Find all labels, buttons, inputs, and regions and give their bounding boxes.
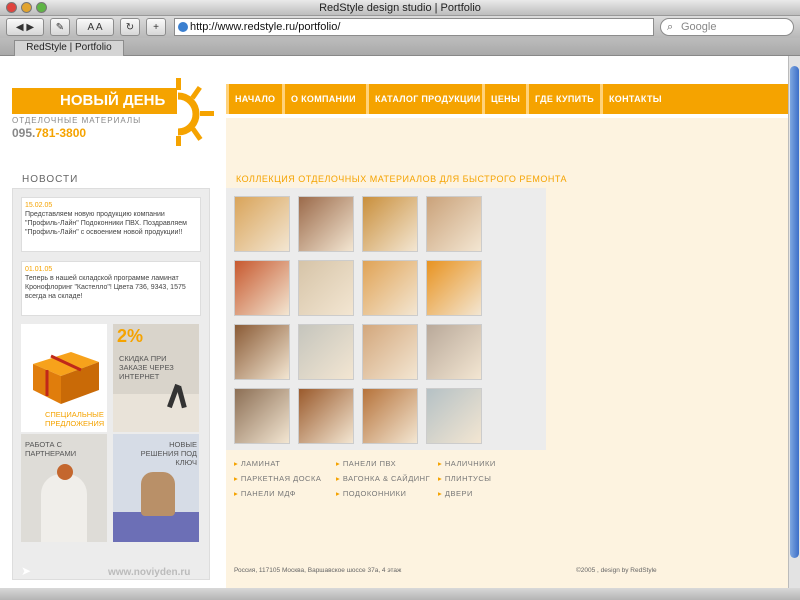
footer-address: Россия, 117105 Москва, Варшавское шоссе … bbox=[234, 567, 402, 574]
phone-number: 095.781-3800 bbox=[12, 126, 87, 140]
search-field[interactable]: ⌕ Google bbox=[660, 18, 794, 36]
promo-special-offers[interactable]: СПЕЦИАЛЬНЫЕ ПРЕДЛОЖЕНИЯ bbox=[21, 324, 107, 432]
category-link[interactable]: ЛАМИНАТ bbox=[234, 459, 280, 468]
pencil-icon: ✎ bbox=[55, 21, 65, 33]
walking-couple-photo[interactable] bbox=[426, 324, 482, 380]
reload-button[interactable]: ↻ bbox=[120, 18, 140, 36]
heels-photo[interactable] bbox=[426, 388, 482, 444]
reload-icon: ↻ bbox=[125, 21, 135, 33]
sofa-photo bbox=[113, 512, 199, 542]
arrow-right-icon[interactable]: ➤ bbox=[21, 564, 31, 578]
guitar-photo[interactable] bbox=[234, 324, 290, 380]
category-link[interactable]: ПАРКЕТНАЯ ДОСКА bbox=[234, 474, 321, 483]
forward-arrow-icon[interactable]: ▶ bbox=[26, 22, 34, 33]
nav-home[interactable]: НАЧАЛО bbox=[226, 84, 275, 114]
candles-photo[interactable] bbox=[362, 260, 418, 316]
person-head-icon bbox=[57, 464, 73, 480]
category-link[interactable]: ПАНЕЛИ МДФ bbox=[234, 489, 296, 498]
text-size-button[interactable]: A A bbox=[76, 18, 114, 36]
category-link[interactable]: ПОДОКОННИКИ bbox=[336, 489, 406, 498]
minimize-window-icon[interactable] bbox=[21, 2, 32, 13]
empty-room-photo[interactable] bbox=[298, 324, 354, 380]
couple-photo bbox=[141, 472, 175, 516]
collection-heading: КОЛЛЕКЦИЯ ОТДЕЛОЧНЫХ МАТЕРИАЛОВ ДЛЯ БЫСТ… bbox=[236, 174, 568, 184]
nav-contacts[interactable]: КОНТАКТЫ bbox=[600, 84, 662, 114]
plus-icon: + bbox=[153, 21, 159, 33]
gift-box-icon bbox=[33, 352, 99, 404]
news-heading: НОВОСТИ bbox=[22, 174, 79, 185]
logo-subtitle: ОТДЕЛОЧНЫЕ МАТЕРИАЛЫ bbox=[12, 116, 142, 125]
promo-discount[interactable]: 2% СКИДКА ПРИ ЗАКАЗЕ ЧЕРЕЗ ИНТЕРНЕТ bbox=[113, 324, 199, 432]
news-item[interactable]: 15.02.05 Представляем новую продукцию ко… bbox=[21, 197, 201, 252]
carrots-photo[interactable] bbox=[298, 388, 354, 444]
footer-credit: ©2005 , design by RedStyle bbox=[576, 567, 657, 574]
status-bar bbox=[0, 588, 800, 600]
promo-partners[interactable]: РАБОТА С ПАРТНЕРАМИ bbox=[21, 434, 107, 542]
site-url-link[interactable]: www.noviyden.ru bbox=[108, 567, 190, 578]
category-link[interactable]: ВАГОНКА & САЙДИНГ bbox=[336, 474, 430, 483]
news-date: 15.02.05 bbox=[25, 202, 53, 209]
promo-partners-label: РАБОТА С ПАРТНЕРАМИ bbox=[25, 440, 77, 458]
nav-catalog[interactable]: КАТАЛОГ ПРОДУКЦИИ bbox=[366, 84, 480, 114]
lying-woman-photo[interactable] bbox=[298, 260, 354, 316]
category-link[interactable]: ПАНЕЛИ ПВХ bbox=[336, 459, 396, 468]
news-text: Теперь в нашей складской программе ламин… bbox=[25, 275, 186, 300]
dancer-photo[interactable] bbox=[234, 388, 290, 444]
promo-turnkey-label: НОВЫЕ РЕШЕНИЯ ПОД КЛЮЧ bbox=[140, 440, 197, 467]
legs-photo[interactable] bbox=[298, 196, 354, 252]
text-size-icon: A A bbox=[87, 21, 103, 33]
window-titlebar: RedStyle design studio | Portfolio bbox=[0, 0, 800, 16]
sidebar: 15.02.05 Представляем новую продукцию ко… bbox=[12, 188, 210, 580]
discount-percent: 2% bbox=[117, 326, 144, 346]
main-nav: НАЧАЛО О КОМПАНИИ КАТАЛОГ ПРОДУКЦИИ ЦЕНЫ… bbox=[226, 84, 788, 114]
partners-photo bbox=[41, 474, 87, 542]
news-item[interactable]: 01.01.05 Теперь в нашей складской програ… bbox=[21, 261, 201, 316]
promo-discount-photo bbox=[113, 394, 199, 432]
logo-name: НОВЫЙ ДЕНЬ bbox=[60, 92, 166, 109]
category-link[interactable]: ПЛИНТУСЫ bbox=[438, 474, 491, 483]
promo-discount-label: СКИДКА ПРИ ЗАКАЗЕ ЧЕРЕЗ ИНТЕРНЕТ bbox=[119, 354, 174, 381]
floor-tape-photo[interactable] bbox=[234, 196, 290, 252]
promo-turnkey[interactable]: НОВЫЕ РЕШЕНИЯ ПОД КЛЮЧ bbox=[113, 434, 199, 542]
tab-portfolio[interactable]: RedStyle | Portfolio bbox=[14, 40, 124, 56]
zoom-window-icon[interactable] bbox=[36, 2, 47, 13]
vertical-scrollbar[interactable] bbox=[788, 56, 800, 588]
close-window-icon[interactable] bbox=[6, 2, 17, 13]
category-link[interactable]: ДВЕРИ bbox=[438, 489, 473, 498]
add-bookmark-button[interactable]: + bbox=[146, 18, 166, 36]
nav-prices[interactable]: ЦЕНЫ bbox=[482, 84, 520, 114]
gallery-grid bbox=[226, 188, 546, 450]
stools-photo[interactable] bbox=[426, 196, 482, 252]
news-date: 01.01.05 bbox=[25, 266, 53, 273]
browser-toolbar: ◀ ▶ ✎ A A ↻ + http://www.redstyle.ru/por… bbox=[0, 16, 800, 38]
nav-about[interactable]: О КОМПАНИИ bbox=[282, 84, 356, 114]
category-link[interactable]: НАЛИЧНИКИ bbox=[438, 459, 496, 468]
sun-logo-icon bbox=[176, 78, 214, 146]
orange-chair-photo[interactable] bbox=[426, 260, 482, 316]
red-ball-photo[interactable] bbox=[362, 388, 418, 444]
magnifier-icon: ⌕ bbox=[667, 21, 674, 33]
window-controls bbox=[6, 2, 47, 13]
tab-bar: RedStyle | Portfolio bbox=[0, 38, 800, 56]
news-text: Представляем новую продукцию компании "П… bbox=[25, 211, 187, 236]
rocking-horse-photo[interactable] bbox=[362, 324, 418, 380]
address-bar[interactable]: http://www.redstyle.ru/portfolio/ bbox=[174, 18, 654, 36]
nav-where-to-buy[interactable]: ГДЕ КУПИТЬ bbox=[526, 84, 594, 114]
white-cat-photo[interactable] bbox=[362, 196, 418, 252]
bookmark-button[interactable]: ✎ bbox=[50, 18, 70, 36]
globe-icon bbox=[178, 22, 188, 32]
back-forward-button[interactable]: ◀ ▶ bbox=[6, 18, 44, 36]
window-title: RedStyle design studio | Portfolio bbox=[319, 2, 481, 14]
promo-special-label: СПЕЦИАЛЬНЫЕ ПРЕДЛОЖЕНИЯ bbox=[45, 410, 105, 428]
address-text: http://www.redstyle.ru/portfolio/ bbox=[190, 21, 341, 33]
site-logo[interactable]: НОВЫЙ ДЕНЬ ОТДЕЛОЧНЫЕ МАТЕРИАЛЫ 095.781-… bbox=[12, 78, 214, 146]
web-page: НОВЫЙ ДЕНЬ ОТДЕЛОЧНЫЕ МАТЕРИАЛЫ 095.781-… bbox=[0, 56, 788, 588]
search-placeholder: Google bbox=[681, 21, 717, 33]
scrollbar-thumb[interactable] bbox=[790, 66, 799, 558]
back-arrow-icon[interactable]: ◀ bbox=[16, 22, 24, 33]
slippers-photo[interactable] bbox=[234, 260, 290, 316]
